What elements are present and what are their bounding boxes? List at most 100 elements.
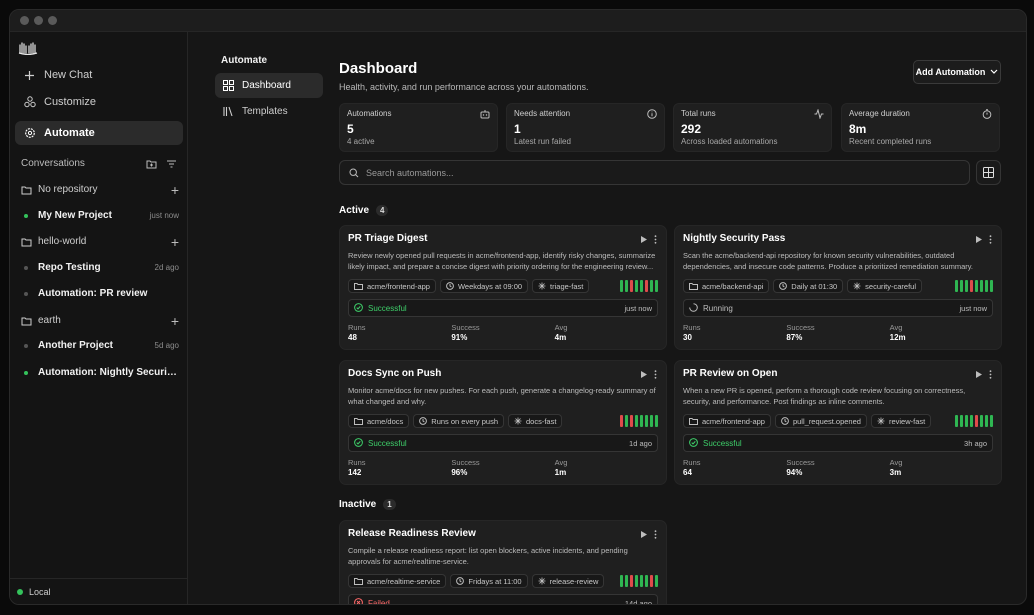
- trigger-chip: Fridays at 11:00: [450, 574, 528, 588]
- subnav-item-label: Dashboard: [242, 80, 291, 91]
- trigger-text: Weekdays at 09:00: [457, 281, 523, 291]
- add-conversation-button[interactable]: +: [171, 183, 179, 197]
- main-content: Dashboard Health, activity, and run perf…: [339, 32, 1026, 604]
- sidebar-item-automate[interactable]: Automate: [15, 121, 183, 145]
- status-time: 14d ago: [624, 598, 652, 605]
- section-label: Active: [339, 205, 370, 216]
- repo-chip: acme/backend-api: [683, 279, 770, 293]
- search-icon: [349, 167, 359, 177]
- more-options-icon[interactable]: [654, 530, 657, 539]
- status-dot: [24, 343, 28, 348]
- status-text: Failed: [368, 598, 390, 605]
- run-bar-success: [620, 575, 623, 587]
- app-logo-icon: [18, 42, 38, 55]
- stat-label: Automations: [347, 109, 392, 118]
- robot-icon: [480, 110, 490, 119]
- more-options-icon[interactable]: [654, 235, 657, 244]
- run-icon[interactable]: [640, 235, 648, 244]
- sidebar-item-label: New Chat: [44, 69, 93, 81]
- more-options-icon[interactable]: [989, 370, 992, 379]
- plus-icon: [23, 69, 36, 82]
- run-bar-success: [645, 575, 648, 587]
- filter-icon[interactable]: [166, 159, 177, 169]
- stat-card-total-runs: Total runs 292 Across loaded automations: [673, 103, 832, 152]
- more-options-icon[interactable]: [989, 235, 992, 244]
- conversation-item[interactable]: Repo Testing 2d ago: [21, 262, 179, 273]
- stat-sub: Across loaded automations: [681, 137, 778, 146]
- view-toggle-button[interactable]: [976, 160, 1001, 185]
- title-bar: [10, 10, 1026, 32]
- app-window: New Chat Customize Automate Conversation…: [9, 9, 1027, 605]
- run-icon[interactable]: [975, 235, 983, 244]
- add-automation-button[interactable]: Add Automation: [913, 60, 1001, 84]
- subnav-item-dashboard[interactable]: Dashboard: [215, 73, 323, 98]
- run-bar-success: [965, 415, 968, 427]
- profile-chip: docs-fast: [508, 414, 563, 428]
- stat-value: 8m: [849, 122, 867, 136]
- active-section-header: Active 4: [339, 205, 389, 216]
- search-input[interactable]: [366, 167, 946, 178]
- automation-card[interactable]: Nightly Security Pass Scan the acme/back…: [674, 225, 1002, 350]
- status-time: just now: [959, 303, 987, 313]
- stat-value: 5: [347, 122, 354, 136]
- stat-sub: 4 active: [347, 137, 375, 146]
- metric-success: 94%: [786, 468, 803, 477]
- run-bar-success: [955, 280, 958, 292]
- status-icon: [689, 302, 698, 314]
- add-conversation-button[interactable]: +: [171, 314, 179, 328]
- status-dot: [24, 370, 28, 375]
- run-icon[interactable]: [640, 530, 648, 539]
- window-maximize-button[interactable]: [48, 16, 57, 25]
- run-bar-success: [985, 415, 988, 427]
- run-bar-success: [625, 575, 628, 587]
- sidebar-item-customize[interactable]: Customize: [15, 90, 183, 114]
- run-icon[interactable]: [975, 370, 983, 379]
- environment-indicator[interactable]: Local: [10, 578, 188, 604]
- stat-card-needs-attention: Needs attention 1 Latest run failed: [506, 103, 665, 152]
- profile-chip: triage-fast: [532, 279, 590, 293]
- environment-label: Local: [29, 586, 51, 597]
- profile-name: release-review: [549, 576, 599, 586]
- repo-chip: acme/frontend-app: [683, 414, 771, 428]
- run-icon[interactable]: [640, 370, 648, 379]
- conversations-label: Conversations: [21, 158, 85, 169]
- automation-description: Review newly opened pull requests in acm…: [348, 251, 656, 271]
- clock-icon: [446, 282, 454, 290]
- conversation-item[interactable]: Another Project 5d ago: [21, 340, 179, 351]
- window-close-button[interactable]: [20, 16, 29, 25]
- window-minimize-button[interactable]: [34, 16, 43, 25]
- automation-card[interactable]: Release Readiness Review Compile a relea…: [339, 520, 667, 605]
- conversation-time: 2d ago: [154, 263, 179, 272]
- conversation-group[interactable]: earth +: [21, 314, 179, 328]
- metric-label: Success: [786, 323, 815, 332]
- metric-label: Runs: [348, 458, 366, 467]
- group-name: No repository: [38, 184, 98, 195]
- trigger-chip: Weekdays at 09:00: [439, 279, 529, 293]
- run-bar-success: [625, 280, 628, 292]
- section-label: Inactive: [339, 499, 377, 510]
- trigger-text: Fridays at 11:00: [468, 576, 522, 586]
- status-text: Successful: [368, 303, 407, 313]
- automation-card[interactable]: PR Review on Open When a new PR is opene…: [674, 360, 1002, 485]
- automation-card[interactable]: Docs Sync on Push Monitor acme/docs for …: [339, 360, 667, 485]
- section-count-badge: 1: [383, 499, 396, 510]
- conversation-item[interactable]: Automation: Nightly Security Pa...: [21, 367, 179, 378]
- trigger-chip: Runs on every push: [413, 414, 504, 428]
- conversation-group[interactable]: No repository +: [21, 183, 179, 197]
- stat-card-average-duration: Average duration 8m Recent completed run…: [841, 103, 1000, 152]
- conversation-group[interactable]: hello-world +: [21, 235, 179, 249]
- run-history-bars: [955, 415, 993, 427]
- conversation-title: Another Project: [38, 340, 114, 351]
- conversation-title: Automation: PR review: [38, 288, 148, 299]
- add-conversation-button[interactable]: +: [171, 235, 179, 249]
- sidebar-item-new-chat[interactable]: New Chat: [15, 63, 183, 87]
- trigger-text: Runs on every push: [431, 416, 498, 426]
- more-options-icon[interactable]: [654, 370, 657, 379]
- subnav-item-templates[interactable]: Templates: [215, 99, 323, 124]
- conversation-item[interactable]: Automation: PR review: [21, 288, 179, 299]
- new-folder-icon[interactable]: [146, 159, 157, 169]
- automation-card[interactable]: PR Triage Digest Review newly opened pul…: [339, 225, 667, 350]
- stat-label: Average duration: [849, 109, 910, 118]
- status-icon: [354, 302, 363, 314]
- conversation-item[interactable]: My New Project just now: [21, 210, 179, 221]
